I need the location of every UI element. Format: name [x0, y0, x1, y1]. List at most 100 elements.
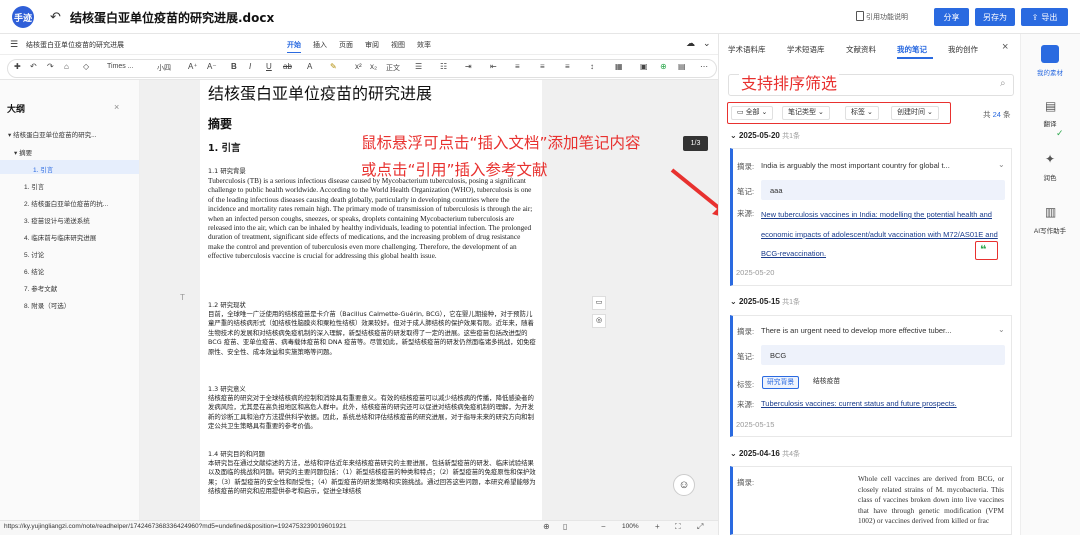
filter-note-type[interactable]: 笔记类型 ⌄: [782, 106, 830, 120]
numbered-list-icon[interactable]: ☷: [440, 62, 447, 71]
superscript-icon[interactable]: x²: [355, 62, 362, 71]
align-left-icon[interactable]: ≡: [515, 62, 520, 71]
comment-icon[interactable]: ▭: [592, 296, 606, 310]
menu-icon[interactable]: ☰: [10, 39, 18, 50]
strikethrough-icon[interactable]: ab: [283, 62, 292, 71]
note-box: [761, 180, 1005, 200]
filter-tag[interactable]: 标签 ⌄: [845, 106, 879, 120]
bookmark-icon[interactable]: ▯: [563, 522, 567, 531]
indent-icon[interactable]: ⇥: [465, 62, 472, 71]
sidebar-item-polish[interactable]: 润色: [1020, 172, 1080, 182]
format-painter-icon[interactable]: ⌂: [64, 62, 69, 71]
font-size-select[interactable]: 小四: [157, 63, 171, 73]
outline-item[interactable]: ▾ 结核蛋白亚单位疫苗的研究...: [8, 129, 97, 139]
search-icon[interactable]: ⌕: [1000, 78, 1006, 89]
subscript-icon[interactable]: x₂: [370, 62, 377, 71]
outline-item[interactable]: 5. 讨论: [24, 249, 44, 259]
outline-item[interactable]: 4. 临床前与临床研究进展: [24, 232, 96, 242]
chevron-down-icon[interactable]: ⌄: [703, 38, 711, 49]
sidebar-item-ai-writing[interactable]: AI写作助手: [1020, 225, 1080, 235]
assistant-icon[interactable]: ☺: [673, 474, 695, 496]
align-center-icon[interactable]: ≡: [540, 62, 545, 71]
materials-icon[interactable]: [1041, 45, 1059, 63]
doc-abstract-heading: 摘要: [208, 117, 233, 131]
save-as-button[interactable]: 另存为: [975, 8, 1015, 26]
date-group-header[interactable]: ⌄ 2025-05-20 共1条: [730, 131, 800, 141]
bold-icon[interactable]: B: [231, 62, 237, 71]
zoom-in-icon[interactable]: +: [655, 522, 660, 531]
font-select[interactable]: Times ...: [107, 63, 134, 70]
outline-item[interactable]: 1. 引言: [33, 164, 53, 174]
text-color-icon[interactable]: A: [307, 62, 312, 71]
filter-all-label: 全部: [745, 109, 760, 116]
globe-icon[interactable]: ⊕: [543, 522, 550, 531]
font-grow-icon[interactable]: A⁺: [188, 62, 198, 71]
list-icon[interactable]: ☰: [415, 62, 422, 71]
sidebar-item-materials[interactable]: 我的素材: [1020, 67, 1080, 77]
outline-item[interactable]: 3. 疫苗设计与递送系统: [24, 215, 90, 225]
chart-icon[interactable]: ▤: [678, 62, 686, 71]
tab-page[interactable]: 页面: [339, 40, 353, 50]
image-icon[interactable]: ▣: [640, 62, 648, 71]
tab-insert[interactable]: 插入: [313, 40, 327, 50]
tab-phrase-library[interactable]: 学术短语库: [787, 44, 825, 55]
export-button[interactable]: ⇪ 导出: [1021, 8, 1068, 26]
outline-item[interactable]: ▾ 摘要: [14, 147, 32, 157]
tab-my-creations[interactable]: 我的创作: [948, 44, 978, 55]
underline-icon[interactable]: U: [266, 62, 272, 71]
translate-icon[interactable]: ▤: [1045, 99, 1056, 113]
share-button[interactable]: 分享: [934, 8, 969, 26]
tab-my-notes[interactable]: 我的笔记: [897, 44, 927, 55]
note-date: 2025-05-15: [736, 420, 775, 429]
close-icon[interactable]: ×: [114, 102, 119, 112]
date-group-header[interactable]: ⌄ 2025-04-16 共4条: [730, 449, 800, 459]
source-link[interactable]: Tuberculosis vaccines: current status an…: [761, 399, 1001, 408]
zoom-out-icon[interactable]: −: [601, 522, 606, 531]
redo-icon[interactable]: ↷: [47, 62, 54, 71]
chevron-down-icon[interactable]: ⌄: [998, 160, 1005, 169]
app-logo[interactable]: 手迹: [12, 6, 34, 28]
polish-icon[interactable]: ✦: [1045, 152, 1055, 166]
date-group-header[interactable]: ⌄ 2025-05-15 共1条: [730, 297, 800, 307]
more-icon[interactable]: ✚: [14, 62, 21, 71]
outline-item[interactable]: 7. 参考文献: [24, 283, 57, 293]
outline-item[interactable]: 6. 结论: [24, 266, 44, 276]
tab-academic-corpus[interactable]: 学术语料库: [728, 44, 766, 55]
cite-help-link[interactable]: 引用功能说明: [866, 12, 908, 22]
quote-icon[interactable]: ❝: [980, 243, 986, 256]
align-right-icon[interactable]: ≡: [565, 62, 570, 71]
outline-item[interactable]: 2. 结核蛋白亚单位疫苗的抗...: [24, 198, 108, 208]
tab-efficiency[interactable]: 效率: [417, 40, 431, 50]
tab-literature[interactable]: 文献资料: [846, 44, 876, 55]
filter-all[interactable]: ▭ 全部 ⌄: [731, 106, 774, 120]
undo-icon[interactable]: ↶: [30, 62, 37, 71]
source-link[interactable]: New tuberculosis vaccines in India: mode…: [761, 205, 1005, 264]
clear-format-icon[interactable]: ◇: [83, 62, 89, 71]
paragraph-style-select[interactable]: 正文: [386, 63, 400, 73]
insert-plus-icon[interactable]: ⊕: [660, 62, 667, 71]
tab-start[interactable]: 开始: [287, 40, 301, 53]
tab-view[interactable]: 视图: [391, 40, 405, 50]
ai-writing-icon[interactable]: ▥: [1045, 205, 1056, 219]
fit-page-icon[interactable]: ⛶: [675, 522, 681, 532]
tag-chip[interactable]: 结核疫苗: [809, 376, 844, 389]
sidebar-item-translate[interactable]: 翻译: [1020, 118, 1080, 128]
chevron-down-icon[interactable]: ⌄: [998, 325, 1005, 334]
table-icon[interactable]: ▦: [615, 62, 623, 71]
close-icon[interactable]: ×: [1002, 41, 1008, 53]
line-spacing-icon[interactable]: ↕: [590, 62, 594, 71]
more-options-icon[interactable]: ⋯: [700, 62, 708, 71]
filter-created-time[interactable]: 创建时间 ⌄: [891, 106, 939, 120]
outdent-icon[interactable]: ⇤: [490, 62, 497, 71]
location-icon[interactable]: ◎: [592, 314, 606, 328]
cloud-icon[interactable]: ☁: [686, 38, 695, 49]
tag-chip[interactable]: 研究背景: [762, 376, 800, 389]
undo-icon[interactable]: ↶: [50, 9, 61, 25]
outline-item[interactable]: 8. 附录（可选）: [24, 300, 70, 310]
tab-review[interactable]: 审阅: [365, 40, 379, 50]
font-shrink-icon[interactable]: A⁻: [207, 62, 217, 71]
outline-item[interactable]: 1. 引言: [24, 181, 44, 191]
highlight-icon[interactable]: ✎: [330, 62, 337, 71]
fullscreen-icon[interactable]: ⤢: [697, 522, 703, 532]
italic-icon[interactable]: I: [249, 62, 251, 71]
